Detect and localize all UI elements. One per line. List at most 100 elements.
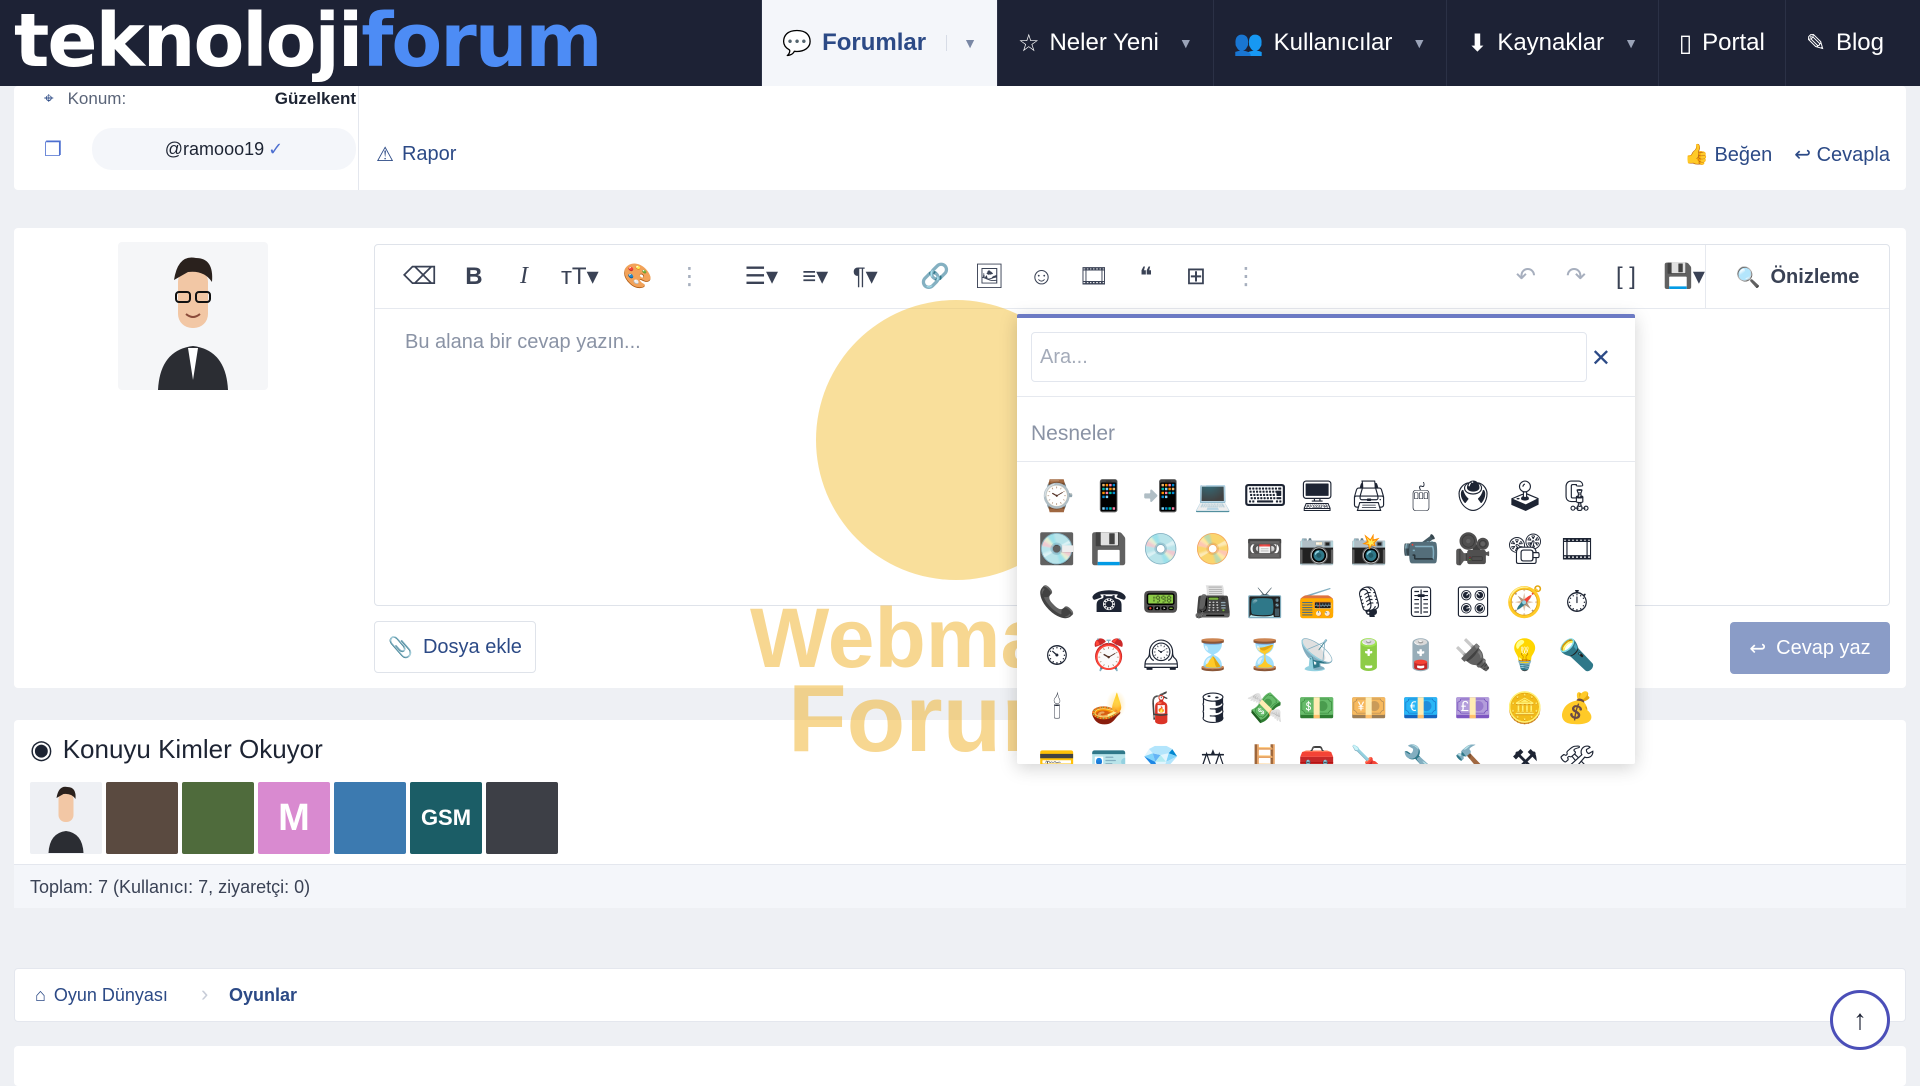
nav-kullanicilar[interactable]: 👥 Kullanıcılar ▼ — [1212, 0, 1446, 86]
emoji-item[interactable]: ⌚ — [1031, 470, 1083, 523]
emoji-item[interactable]: 🎥 — [1447, 523, 1499, 576]
avatar[interactable] — [118, 242, 268, 390]
copy-icon[interactable]: ❐ — [44, 137, 62, 162]
nav-kaynaklar[interactable]: ⬇ Kaynaklar ▼ — [1446, 0, 1658, 86]
emoji-item[interactable]: 💰 — [1551, 682, 1603, 735]
emoji-item[interactable]: 💴 — [1343, 682, 1395, 735]
emoji-item[interactable]: 🔧 — [1395, 735, 1447, 764]
scroll-to-top-button[interactable]: ↑ — [1830, 990, 1890, 1050]
reader-avatar[interactable] — [486, 782, 558, 854]
image-icon[interactable]: 🖼 — [974, 262, 1004, 291]
align-icon[interactable]: ≡▾ — [802, 262, 828, 291]
breadcrumb-home[interactable]: ⌂ Oyun Dünyası — [35, 985, 168, 1006]
emoji-item[interactable]: 📱 — [1083, 470, 1135, 523]
emoji-item[interactable]: 📻 — [1291, 576, 1343, 629]
emoji-item[interactable]: ⚖ — [1187, 735, 1239, 764]
emoji-item[interactable]: ☎ — [1083, 576, 1135, 629]
quote-icon[interactable]: ❝ — [1133, 262, 1159, 291]
nav-blog[interactable]: ✎ Blog — [1784, 0, 1904, 86]
emoji-item[interactable]: 🔨 — [1447, 735, 1499, 764]
breadcrumb-current[interactable]: Oyunlar — [229, 985, 297, 1006]
emoji-item[interactable]: 📷 — [1291, 523, 1343, 576]
emoji-item[interactable]: 💸 — [1239, 682, 1291, 735]
reader-avatar[interactable]: GSM — [410, 782, 482, 854]
more-vertical-icon[interactable]: ⋮ — [677, 262, 703, 291]
emoji-item[interactable]: ⌨ — [1239, 470, 1291, 523]
emoji-item[interactable]: ⏱ — [1551, 576, 1603, 629]
emoji-item[interactable]: 🧰 — [1291, 735, 1343, 764]
emoji-item[interactable]: 🪜 — [1239, 735, 1291, 764]
emoji-item[interactable]: 🛢 — [1187, 682, 1239, 735]
post-reply-button[interactable]: ↩ Cevap yaz — [1730, 622, 1890, 674]
emoji-item[interactable]: 🖱 — [1395, 470, 1447, 523]
emoji-item[interactable]: 🗜 — [1551, 470, 1603, 523]
chevron-down-icon[interactable]: ▼ — [1624, 35, 1638, 51]
emoji-item[interactable]: ⚒ — [1499, 735, 1551, 764]
emoji-item[interactable]: 💽 — [1031, 523, 1083, 576]
reply-textarea[interactable]: Bu alana bir cevap yazın... — [405, 331, 641, 354]
emoji-item[interactable]: 🕹 — [1499, 470, 1551, 523]
redo-icon[interactable]: ↷ — [1563, 262, 1589, 291]
emoji-item[interactable]: ⌛ — [1187, 629, 1239, 682]
emoji-item[interactable]: 📸 — [1343, 523, 1395, 576]
emoji-item[interactable]: 📹 — [1395, 523, 1447, 576]
like-button[interactable]: 👍 Beğen — [1684, 142, 1772, 167]
chevron-down-icon[interactable]: ▼ — [946, 35, 977, 51]
emoji-item[interactable]: 📞 — [1031, 576, 1083, 629]
nav-portal[interactable]: ▯ Portal — [1657, 0, 1785, 86]
emoji-item[interactable]: 🪫 — [1395, 629, 1447, 682]
eraser-icon[interactable]: ⌫ — [403, 262, 437, 291]
bold-icon[interactable]: B — [461, 263, 487, 291]
emoji-item[interactable]: 💶 — [1395, 682, 1447, 735]
close-icon[interactable]: ✕ — [1591, 344, 1611, 373]
emoji-item[interactable]: 📡 — [1291, 629, 1343, 682]
emoji-item[interactable]: 📽 — [1499, 523, 1551, 576]
emoji-item[interactable]: ⏲ — [1031, 629, 1083, 682]
emoji-item[interactable]: ⏰ — [1083, 629, 1135, 682]
emoji-search-input[interactable]: Ara... — [1031, 332, 1587, 382]
emoji-item[interactable]: 🪔 — [1083, 682, 1135, 735]
emoji-item[interactable]: 💾 — [1083, 523, 1135, 576]
undo-icon[interactable]: ↶ — [1513, 262, 1539, 291]
username-pill[interactable]: @ramooo19 ✓ — [92, 128, 356, 170]
palette-icon[interactable]: 🎨 — [623, 262, 653, 291]
media-icon[interactable]: 🎞 — [1079, 262, 1109, 291]
emoji-item[interactable]: 🖨 — [1343, 470, 1395, 523]
emoji-item[interactable]: 📼 — [1239, 523, 1291, 576]
more-vertical-icon[interactable]: ⋮ — [1233, 262, 1259, 291]
emoji-item[interactable]: 🔋 — [1343, 629, 1395, 682]
smiley-icon[interactable]: ☺ — [1029, 263, 1055, 291]
list-icon[interactable]: ☰▾ — [745, 262, 779, 291]
emoji-item[interactable]: 🪛 — [1343, 735, 1395, 764]
emoji-item[interactable]: 🖲 — [1447, 470, 1499, 523]
emoji-item[interactable]: 📟 — [1135, 576, 1187, 629]
emoji-item[interactable]: 🎞 — [1551, 523, 1603, 576]
emoji-item[interactable]: 💡 — [1499, 629, 1551, 682]
emoji-item[interactable]: 🕯 — [1031, 682, 1083, 735]
nav-forumlar[interactable]: 💬 Forumlar ▼ — [761, 0, 997, 86]
chevron-down-icon[interactable]: ▼ — [1179, 35, 1193, 51]
emoji-item[interactable]: 🖥 — [1291, 470, 1343, 523]
font-size-icon[interactable]: тT▾ — [561, 262, 599, 291]
emoji-item[interactable]: 🪪 — [1083, 735, 1135, 764]
save-draft-icon[interactable]: 💾▾ — [1663, 262, 1705, 291]
reader-avatar[interactable] — [334, 782, 406, 854]
emoji-item[interactable]: 🛠 — [1551, 735, 1603, 764]
emoji-item[interactable]: 💿 — [1135, 523, 1187, 576]
report-link[interactable]: ⚠ Rapor — [376, 142, 456, 167]
emoji-item[interactable]: 🎚 — [1395, 576, 1447, 629]
emoji-item[interactable]: 💻 — [1187, 470, 1239, 523]
attach-file-button[interactable]: 📎 Dosya ekle — [374, 621, 536, 673]
source-code-icon[interactable]: [ ] — [1613, 263, 1639, 291]
link-icon[interactable]: 🔗 — [920, 262, 950, 291]
emoji-item[interactable]: 🔦 — [1551, 629, 1603, 682]
reader-avatar[interactable] — [30, 782, 102, 854]
paragraph-icon[interactable]: ¶▾ — [852, 262, 878, 291]
italic-icon[interactable]: I — [511, 263, 537, 290]
chevron-down-icon[interactable]: ▼ — [1412, 35, 1426, 51]
emoji-item[interactable]: 🧯 — [1135, 682, 1187, 735]
emoji-item[interactable]: 💳 — [1031, 735, 1083, 764]
reader-avatar[interactable] — [182, 782, 254, 854]
emoji-item[interactable]: 📲 — [1135, 470, 1187, 523]
emoji-item[interactable]: 💷 — [1447, 682, 1499, 735]
